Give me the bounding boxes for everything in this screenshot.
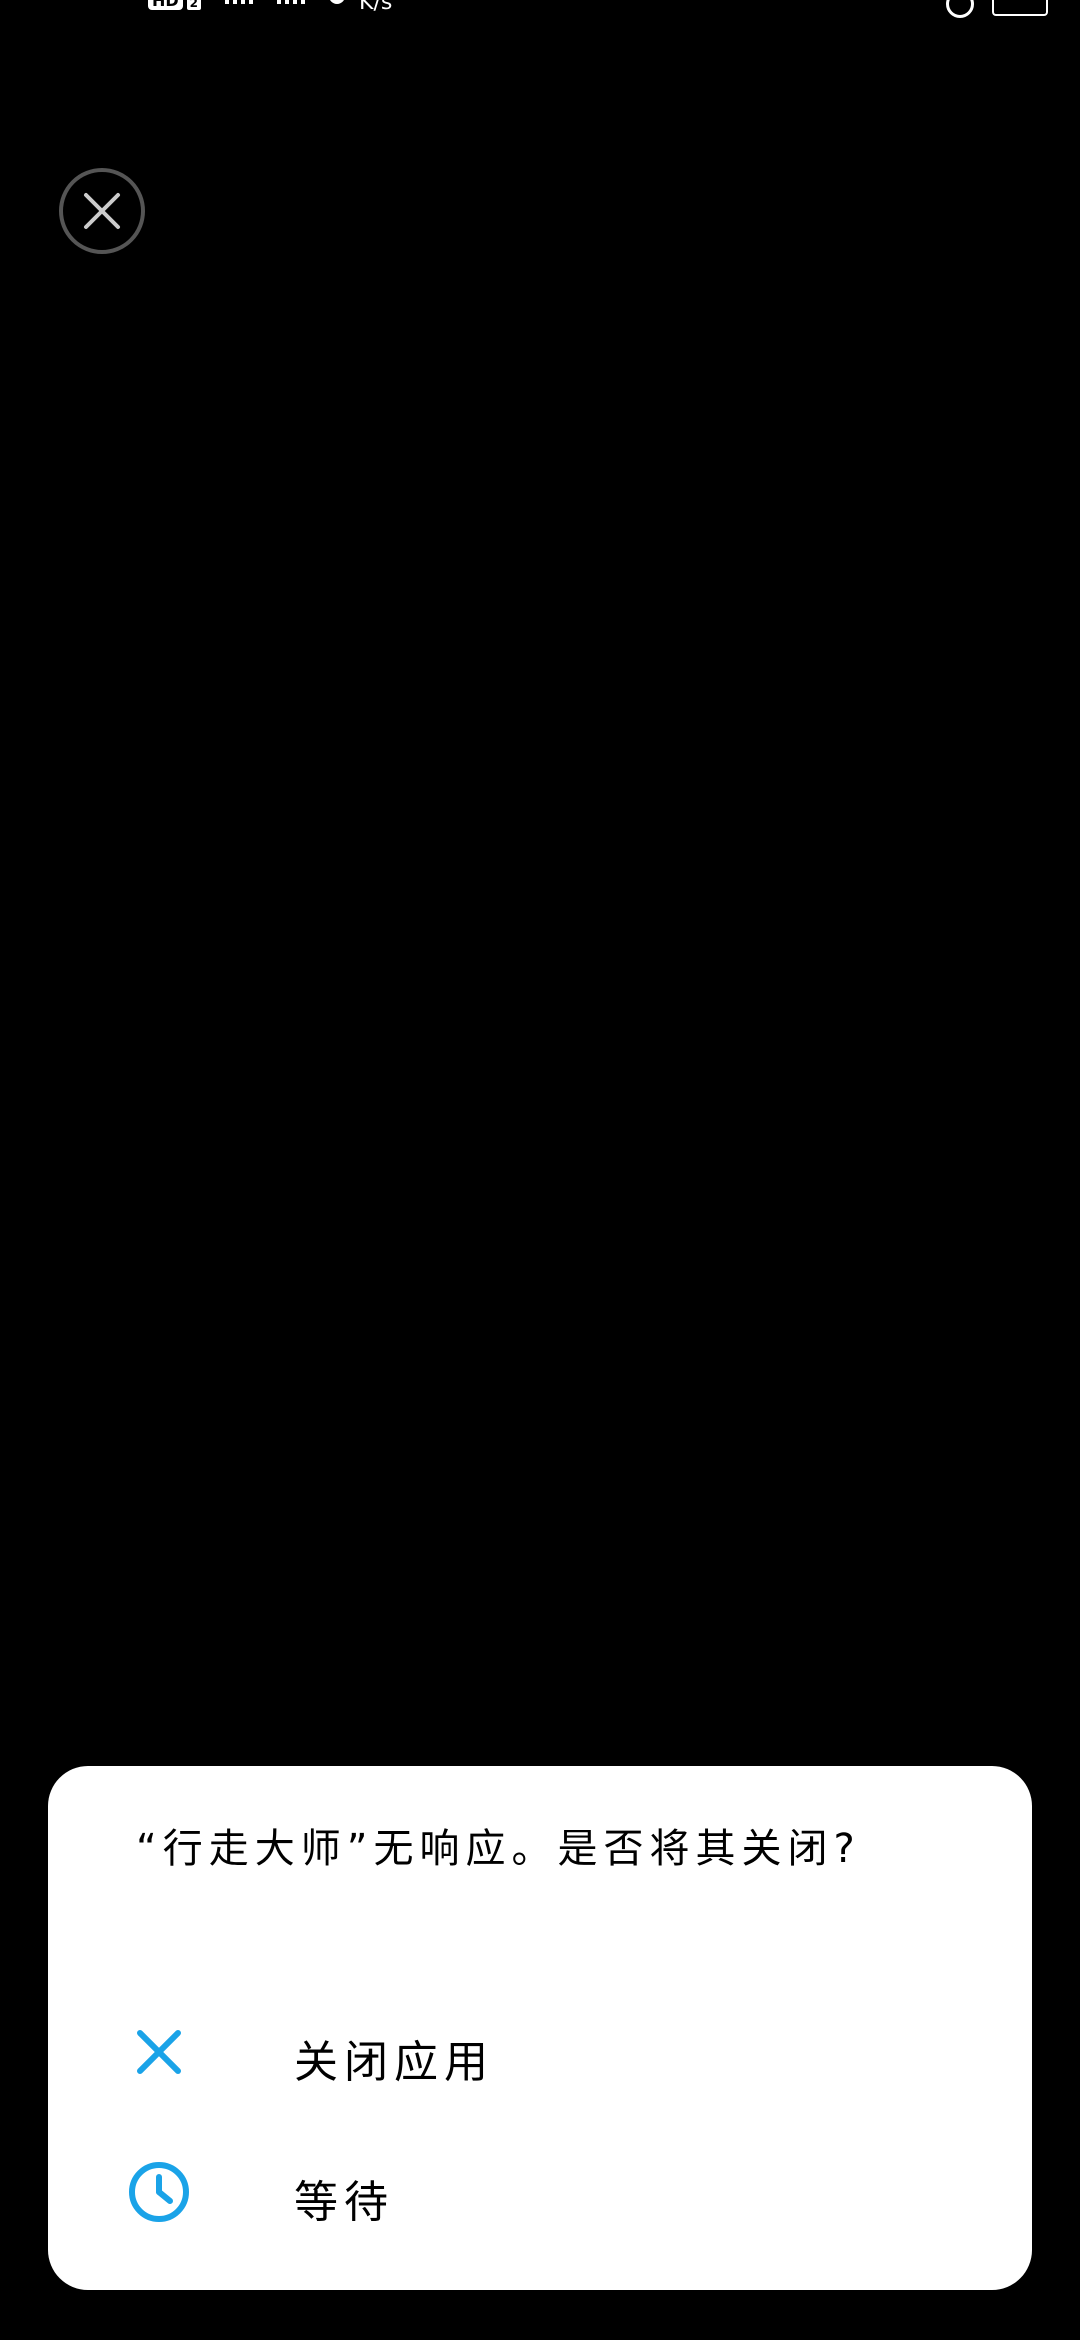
status-bar: HD 2 K/s (0, 0, 1080, 40)
wait-label: 等待 (294, 2177, 394, 2228)
battery-icon (992, 0, 1048, 16)
dialog-message: “行走大师”无响应。是否将其关闭? (136, 1826, 861, 1872)
screen: HD 2 K/s “行走大师”无响应。是否将其关闭? 关闭应用 等待 (0, 0, 1080, 2340)
hd-label: HD (148, 0, 183, 10)
close-circle-button[interactable] (59, 168, 145, 254)
app-not-responding-dialog: “行走大师”无响应。是否将其关闭? 关闭应用 等待 (48, 1766, 1032, 2290)
status-right (946, 0, 1048, 18)
status-left: HD 2 K/s (148, 0, 392, 20)
hd-badge: HD 2 (148, 0, 202, 10)
close-icon (84, 193, 120, 229)
wifi-icon (329, 0, 346, 4)
wait-option[interactable]: 等待 (48, 2132, 1032, 2252)
hd-sub-label: 2 (186, 0, 202, 10)
signal-icon-2 (277, 0, 306, 4)
close-app-label: 关闭应用 (294, 2037, 494, 2088)
close-icon (126, 2019, 192, 2085)
network-speed-unit: K/s (359, 0, 393, 15)
close-app-option[interactable]: 关闭应用 (48, 1992, 1032, 2112)
alarm-icon (946, 0, 974, 18)
clock-icon (126, 2159, 192, 2225)
signal-icon-1 (225, 0, 254, 4)
